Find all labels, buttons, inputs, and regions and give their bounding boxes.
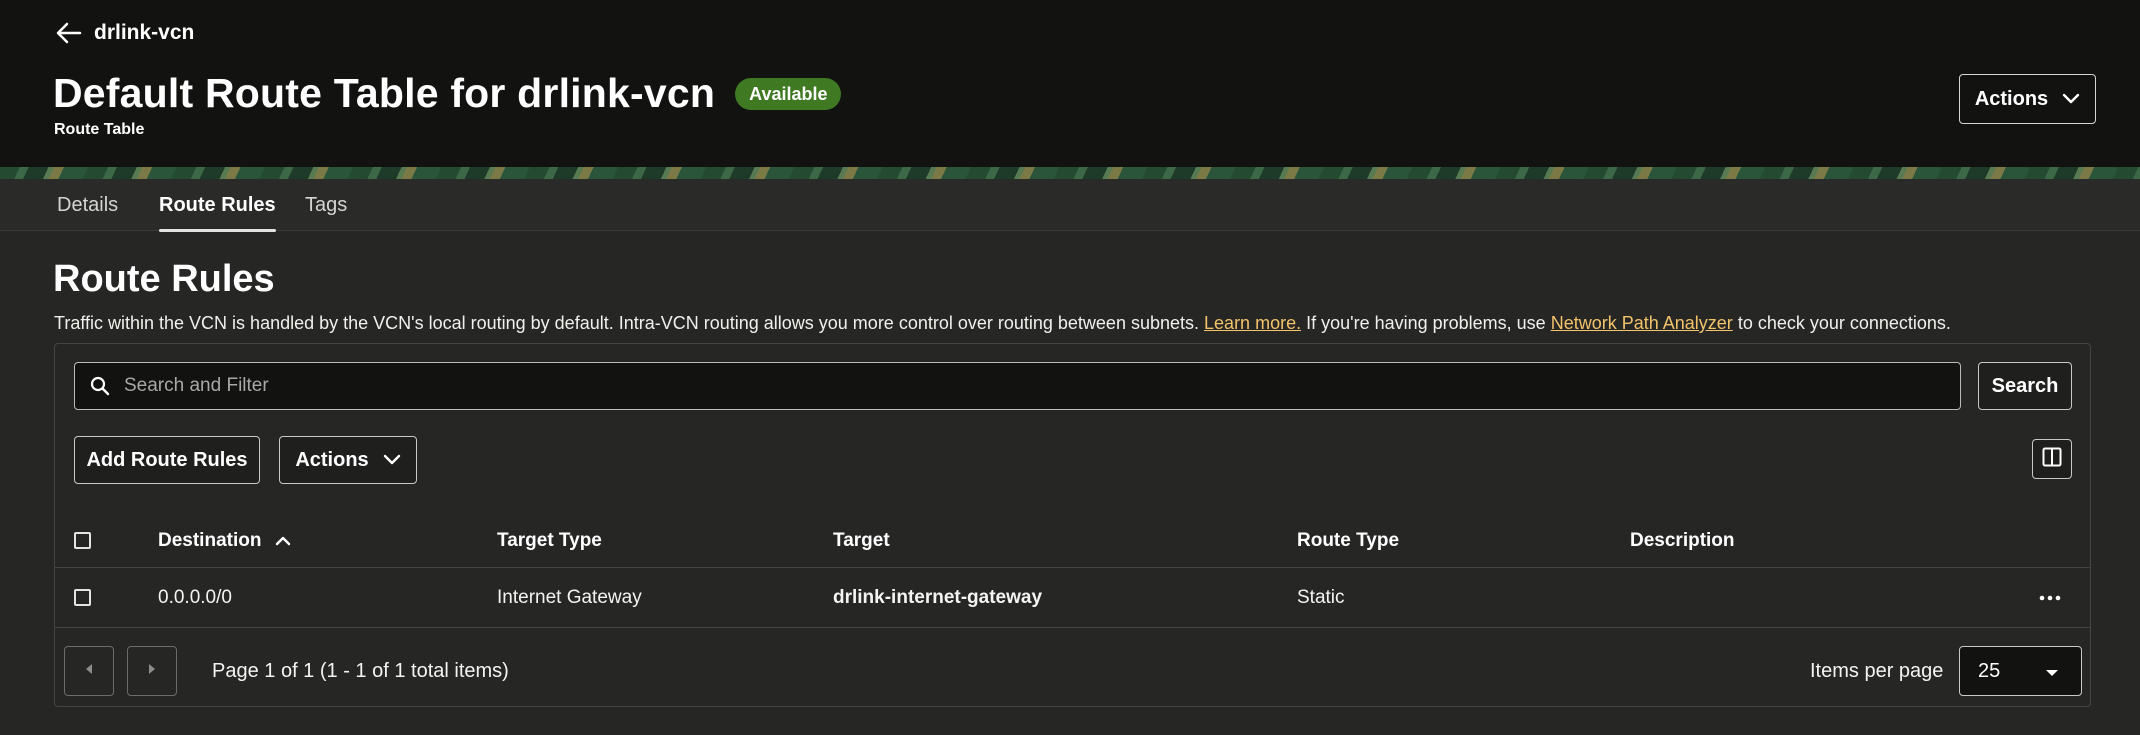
column-header-target: Target <box>833 529 890 551</box>
actions-label: Actions <box>295 448 369 471</box>
resource-type-label: Route Table <box>54 121 145 138</box>
caret-down-icon <box>2045 660 2059 683</box>
table-row: 0.0.0.0/0 Internet Gateway drlink-intern… <box>55 568 2090 628</box>
section-description: Traffic within the VCN is handled by the… <box>54 313 2114 334</box>
page-header: drlink-vcn Default Route Table for drlin… <box>0 0 2140 167</box>
cell-target: drlink-internet-gateway <box>833 586 1043 608</box>
cell-destination: 0.0.0.0/0 <box>158 586 232 608</box>
column-header-description: Description <box>1630 529 1735 551</box>
column-header-target-type: Target Type <box>497 529 602 551</box>
column-header-destination[interactable]: Destination <box>158 514 291 567</box>
sort-ascending-icon <box>275 530 291 552</box>
tab-tags[interactable]: Tags <box>305 179 347 231</box>
caret-left-icon <box>84 662 94 680</box>
column-header-destination-label: Destination <box>158 529 262 551</box>
tab-details[interactable]: Details <box>57 179 118 231</box>
route-rules-panel: Search Add Route Rules Actions Destinati… <box>54 343 2091 707</box>
columns-icon <box>2042 447 2062 472</box>
status-badge: Available <box>735 77 842 110</box>
search-button[interactable]: Search <box>1978 362 2072 410</box>
cell-target-type: Internet Gateway <box>497 586 642 608</box>
pagination-info: Page 1 of 1 (1 - 1 of 1 total items) <box>212 660 509 682</box>
decorative-banner <box>0 167 2140 179</box>
select-all-checkbox[interactable] <box>74 532 91 549</box>
description-text-2: If you're having problems, use <box>1306 313 1546 333</box>
tab-bar: Details Route Rules Tags <box>0 179 2140 232</box>
row-actions-menu-icon[interactable] <box>2039 568 2061 627</box>
table-header: Destination Target Type Target Route Typ… <box>55 514 2090 568</box>
tab-route-rules[interactable]: Route Rules <box>159 179 276 232</box>
section-title: Route Rules <box>53 258 275 300</box>
learn-more-link[interactable]: Learn more. <box>1204 313 1301 333</box>
chevron-down-icon <box>383 449 401 472</box>
search-input[interactable] <box>110 363 1960 409</box>
arrow-left-icon <box>56 22 82 44</box>
actions-dropdown-button[interactable]: Actions <box>279 436 417 484</box>
caret-right-icon <box>147 662 157 680</box>
chevron-down-icon <box>2062 88 2080 111</box>
back-link[interactable]: drlink-vcn <box>56 18 194 48</box>
column-settings-button[interactable] <box>2032 439 2072 479</box>
items-per-page-label: Items per page <box>1810 660 1944 682</box>
search-box <box>74 362 1961 410</box>
previous-page-button[interactable] <box>64 646 114 696</box>
description-text-1: Traffic within the VCN is handled by the… <box>54 313 1200 333</box>
row-checkbox[interactable] <box>74 589 91 606</box>
description-text-3: to check your connections. <box>1737 313 1951 333</box>
header-actions-label: Actions <box>1974 87 2049 110</box>
header-actions-button[interactable]: Actions <box>1959 74 2096 124</box>
search-icon <box>90 376 110 396</box>
back-link-label: drlink-vcn <box>94 21 195 44</box>
cell-route-type: Static <box>1297 586 1345 608</box>
items-per-page-value: 25 <box>1978 659 2001 682</box>
page-title: Default Route Table for drlink-vcn <box>53 70 716 116</box>
network-path-analyzer-link[interactable]: Network Path Analyzer <box>1551 313 1733 333</box>
column-header-route-type: Route Type <box>1297 529 1400 551</box>
next-page-button[interactable] <box>127 646 177 696</box>
items-per-page-select[interactable]: 25 <box>1959 646 2082 696</box>
add-route-rules-button[interactable]: Add Route Rules <box>74 436 260 484</box>
